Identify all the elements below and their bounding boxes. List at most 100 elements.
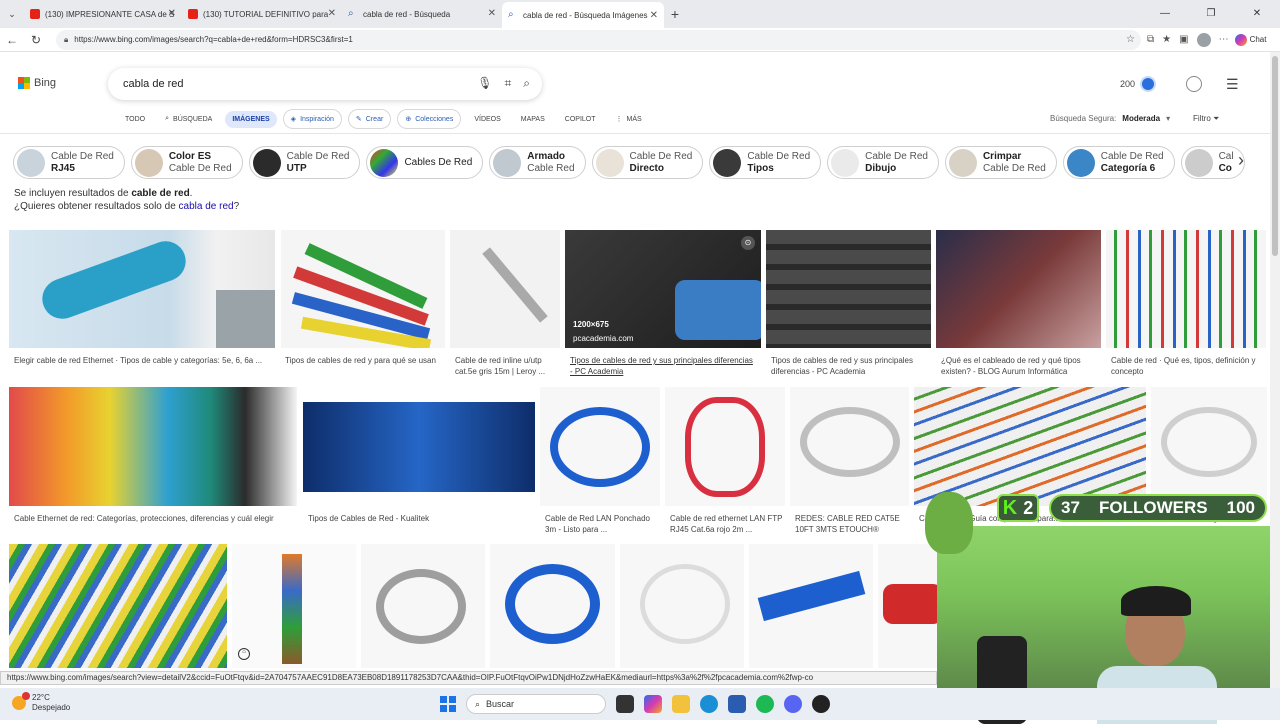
refresh-icon[interactable]: ↻ — [24, 33, 48, 47]
image-result[interactable] — [1106, 230, 1266, 348]
result-caption[interactable]: Cable de red inline u/utp cat.5e gris 15… — [455, 355, 560, 377]
visual-search-icon[interactable]: ⌗ — [505, 76, 512, 91]
chip-cables-de-red[interactable]: Cables De Red — [366, 146, 484, 179]
result-caption[interactable]: Cable Ethernet de red: Categorías, prote… — [14, 513, 299, 524]
copilot-chat-button[interactable]: Chat — [1234, 33, 1266, 46]
search-icon[interactable]: ⌕ — [523, 76, 530, 91]
result-caption[interactable]: Tipos de cables de red y sus principales… — [771, 355, 931, 377]
bing-logo[interactable]: Bing — [18, 77, 56, 89]
image-result[interactable] — [9, 387, 297, 506]
favorites-icon[interactable]: ★ — [1162, 34, 1171, 45]
chip-cable-de-red-dibujo[interactable]: Cable De Red Dibujo — [827, 146, 939, 179]
original-query-link[interactable]: cabla de red — [179, 201, 234, 212]
close-window-icon[interactable]: ✕ — [1234, 0, 1280, 28]
restore-icon[interactable]: ❐ — [1188, 0, 1234, 28]
chip-cable-de-red-categoria-6[interactable]: Cable De Red Categoría 6 — [1062, 146, 1175, 179]
filter-button[interactable]: Filtro ⏷ — [1193, 114, 1219, 124]
image-source-badge[interactable]: pcacademia.com — [573, 334, 633, 343]
scope-videos[interactable]: VÍDEOS — [467, 111, 507, 128]
result-caption[interactable]: Cable de red · Qué es, tipos, definición… — [1111, 355, 1266, 377]
close-icon[interactable]: ✕ — [650, 10, 658, 21]
chip-crimpar-cable-de-red[interactable]: Crimpar Cable De Red — [944, 146, 1057, 179]
spotify-icon[interactable] — [756, 695, 774, 713]
discord-icon[interactable] — [784, 695, 802, 713]
rewards-button[interactable]: 200 — [1120, 76, 1157, 92]
edge-browser-icon[interactable] — [700, 695, 718, 713]
menu-icon[interactable]: ☰ — [1226, 76, 1239, 93]
chip-cable-de-red-tipos[interactable]: Cable De Red Tipos — [709, 146, 822, 179]
page-scrollbar[interactable] — [1270, 52, 1280, 688]
corrected-query-link[interactable]: cable de red — [131, 188, 189, 199]
image-result[interactable] — [9, 544, 227, 668]
extensions-icon[interactable]: ⧉ — [1147, 34, 1154, 45]
microphone-icon[interactable]: 🎙︎ — [477, 76, 492, 91]
result-caption[interactable]: REDES: CABLE RED CAT5E 10FT 3MTS ETOUCH® — [795, 513, 905, 535]
image-result[interactable] — [450, 230, 560, 348]
obs-icon[interactable] — [812, 695, 830, 713]
minimize-icon[interactable]: — — [1142, 0, 1188, 28]
copilot-app-icon[interactable] — [644, 695, 662, 713]
chip-cable-de-red-rj45[interactable]: Cable De Red RJ45 — [13, 146, 125, 179]
image-result[interactable] — [749, 544, 873, 668]
file-explorer-icon[interactable] — [672, 695, 690, 713]
close-icon[interactable]: ✕ — [488, 8, 496, 19]
result-caption[interactable]: Elegir cable de red Ethernet · Tipos de … — [14, 355, 272, 377]
store-icon[interactable] — [728, 695, 746, 713]
browser-tab-1[interactable]: (130) IMPRESIONANTE CASA de S ✕ — [24, 0, 182, 28]
result-caption[interactable]: ¿Qué es el cableado de red y qué tipos e… — [941, 355, 1106, 377]
visual-search-icon[interactable]: ⊙ — [741, 236, 755, 250]
result-caption[interactable]: Tipos de cables de red y para qué se usa… — [285, 355, 443, 377]
scope-imagenes[interactable]: IMÁGENES — [225, 110, 277, 128]
image-result[interactable] — [490, 544, 615, 668]
like-icon[interactable]: ⌂ — [238, 648, 250, 660]
browser-tab-2[interactable]: (130) TUTORIAL DEFINITIVO para ✕ — [182, 0, 342, 28]
chip-cable-de-red-directo[interactable]: Cable De Red Directo — [591, 146, 704, 179]
image-result[interactable] — [361, 544, 485, 668]
safe-search-dropdown[interactable]: Búsqueda Segura: Moderada ▾ — [1050, 114, 1170, 123]
image-result[interactable]: ⌂ — [232, 544, 356, 668]
chip-partial[interactable]: Cal Co — [1180, 146, 1245, 179]
scope-crear[interactable]: ✎ Crear — [347, 109, 392, 129]
windows-start-icon[interactable] — [440, 696, 456, 712]
account-icon[interactable] — [1186, 76, 1202, 92]
browser-tab-3[interactable]: ⌕ cabla de red - Búsqueda ✕ — [342, 0, 502, 28]
collections-icon[interactable]: ▣ — [1179, 34, 1188, 45]
image-result[interactable] — [936, 230, 1101, 348]
image-result[interactable] — [620, 544, 744, 668]
profile-avatar[interactable] — [1196, 32, 1211, 47]
scope-mas[interactable]: ⋮ MÁS — [609, 110, 649, 128]
tab-list-menu-icon[interactable]: ⌄ — [0, 0, 24, 28]
image-result[interactable] — [1151, 387, 1267, 506]
image-result[interactable] — [790, 387, 909, 506]
image-result[interactable] — [540, 387, 660, 506]
scope-inspiracion[interactable]: ◈ Inspiración — [282, 109, 342, 129]
close-icon[interactable]: ✕ — [328, 8, 336, 19]
image-result[interactable] — [665, 387, 785, 506]
image-result[interactable] — [9, 230, 275, 348]
chevron-right-icon[interactable]: › — [1238, 150, 1244, 171]
browser-tab-4-active[interactable]: ⌕ cabla de red - Búsqueda Imágenes ✕ — [502, 2, 664, 28]
new-tab-button[interactable]: + — [664, 6, 686, 22]
task-view-icon[interactable] — [616, 695, 634, 713]
more-icon[interactable]: ⋯ — [1219, 34, 1229, 45]
url-input[interactable]: 🔒︎ https://www.bing.com/images/search?q=… — [56, 29, 1141, 50]
chip-armado-cable-red[interactable]: Armado Cable Red — [489, 146, 586, 179]
result-caption[interactable]: Cable de red ethernet LAN FTP RJ45 Cat.6… — [670, 513, 785, 535]
result-caption[interactable]: Tipos de cables de red y sus principales… — [570, 355, 755, 377]
image-result-hovered[interactable]: ⊙ 1200×675 pcacademia.com — [565, 230, 761, 348]
scope-copilot[interactable]: COPILOT — [558, 111, 603, 128]
image-result[interactable] — [914, 387, 1146, 506]
scrollbar-thumb[interactable] — [1272, 56, 1278, 256]
image-result[interactable] — [281, 230, 445, 348]
image-result[interactable] — [878, 544, 938, 668]
chip-color-es[interactable]: Color ES Cable De Red — [130, 146, 243, 179]
close-icon[interactable]: ✕ — [168, 8, 176, 19]
result-caption[interactable]: Tipos de Cables de Red - Kualitek — [308, 513, 533, 524]
taskbar-search-input[interactable]: ⌕ Buscar — [466, 694, 606, 714]
back-icon[interactable]: ← — [0, 33, 24, 47]
weather-widget[interactable]: 22°C Despejado — [12, 692, 70, 713]
chip-cable-de-red-utp[interactable]: Cable De Red UTP — [248, 146, 361, 179]
scope-busqueda[interactable]: ⌕ BÚSQUEDA — [158, 110, 219, 128]
search-input[interactable]: cabla de red 🎙︎ ⌗ ⌕ — [108, 68, 542, 100]
result-caption[interactable]: Cable de Red LAN Ponchado 3m - Listo par… — [545, 513, 660, 535]
